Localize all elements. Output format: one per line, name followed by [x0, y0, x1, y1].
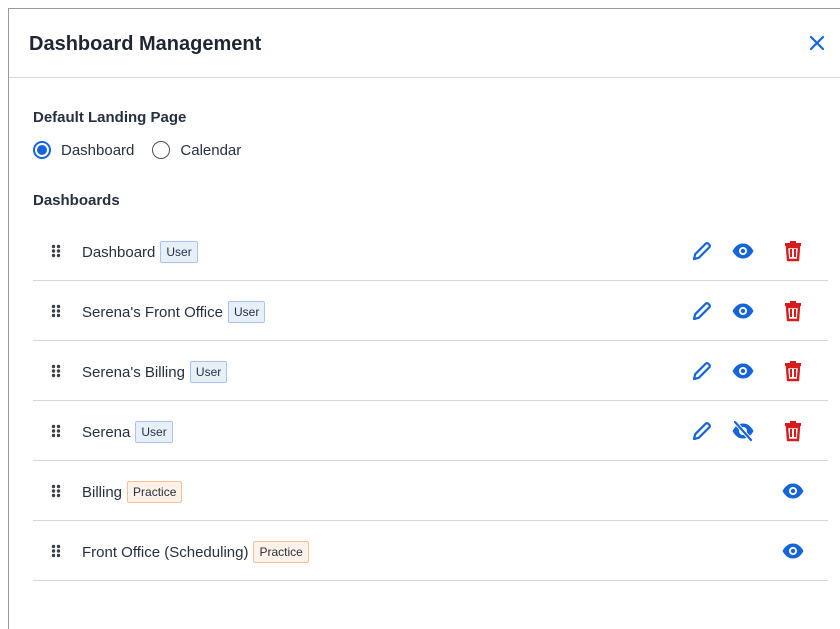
dashboard-row-label: Front Office (Scheduling) Practice: [82, 541, 309, 563]
dialog-title: Dashboard Management: [29, 33, 262, 55]
dashboard-row-label: Serena's Front Office User: [82, 301, 266, 323]
dashboard-row: Front Office (Scheduling) Practice: [33, 521, 828, 581]
scope-badge: Practice: [127, 481, 183, 503]
dashboard-list: Dashboard User Serena's Front Office User Se…: [33, 221, 828, 581]
dashboard-name: Serena's Billing: [82, 363, 185, 381]
dashboard-name: Front Office (Scheduling): [82, 543, 249, 561]
drag-handle-icon[interactable]: [51, 544, 61, 558]
radio-calendar-label[interactable]: Calendar: [180, 142, 241, 159]
dashboard-row-label: Serena User: [82, 421, 173, 443]
eye-icon[interactable]: [781, 539, 805, 563]
edit-pencil-icon[interactable]: [690, 299, 714, 323]
dashboard-row-label: Serena's Billing User: [82, 361, 228, 383]
eye-icon[interactable]: [781, 479, 805, 503]
edit-pencil-icon[interactable]: [690, 239, 714, 263]
dashboard-row: Serena's Billing User: [33, 341, 828, 401]
radio-calendar[interactable]: [152, 141, 171, 159]
landing-page-radio-group: Dashboard Calendar: [33, 139, 259, 161]
dashboard-management-dialog: Dashboard Management Default Landing Pag…: [8, 8, 840, 629]
radio-dot: [37, 145, 47, 155]
eye-slash-icon[interactable]: [731, 419, 755, 443]
dashboard-row: Serena's Front Office User: [33, 281, 828, 341]
drag-handle-icon[interactable]: [51, 424, 61, 438]
edit-pencil-icon[interactable]: [690, 419, 714, 443]
eye-icon[interactable]: [731, 299, 755, 323]
scope-badge: User: [227, 301, 266, 323]
eye-icon[interactable]: [731, 239, 755, 263]
dashboard-name: Dashboard: [82, 243, 156, 261]
edit-pencil-icon[interactable]: [690, 359, 714, 383]
drag-handle-icon[interactable]: [51, 304, 61, 318]
dashboard-name: Serena's Front Office: [82, 303, 223, 321]
trash-icon[interactable]: [781, 359, 805, 383]
scope-badge: Practice: [253, 541, 309, 563]
close-icon[interactable]: [807, 33, 827, 53]
eye-icon[interactable]: [731, 359, 755, 383]
dashboard-row-label: Billing Practice: [82, 481, 183, 503]
scope-badge: User: [135, 421, 173, 443]
scope-badge: User: [160, 241, 198, 263]
dashboard-row: Serena User: [33, 401, 828, 461]
drag-handle-icon[interactable]: [51, 484, 61, 498]
dashboard-name: Serena: [82, 423, 131, 441]
dashboard-row: Billing Practice: [33, 461, 828, 521]
dashboard-name: Billing: [82, 483, 123, 501]
radio-dashboard-label[interactable]: Dashboard: [61, 142, 134, 159]
dialog-header: Dashboard Management: [9, 9, 840, 78]
drag-handle-icon[interactable]: [51, 244, 61, 258]
dashboard-row-label: Dashboard User: [82, 241, 198, 263]
trash-icon[interactable]: [781, 239, 805, 263]
drag-handle-icon[interactable]: [51, 364, 61, 378]
landing-page-label: Default Landing Page: [33, 109, 187, 126]
trash-icon[interactable]: [781, 419, 805, 443]
dashboards-label: Dashboards: [33, 192, 120, 209]
radio-dashboard[interactable]: [33, 141, 51, 159]
scope-badge: User: [189, 361, 228, 383]
trash-icon[interactable]: [781, 299, 805, 323]
dashboard-row: Dashboard User: [33, 221, 828, 281]
